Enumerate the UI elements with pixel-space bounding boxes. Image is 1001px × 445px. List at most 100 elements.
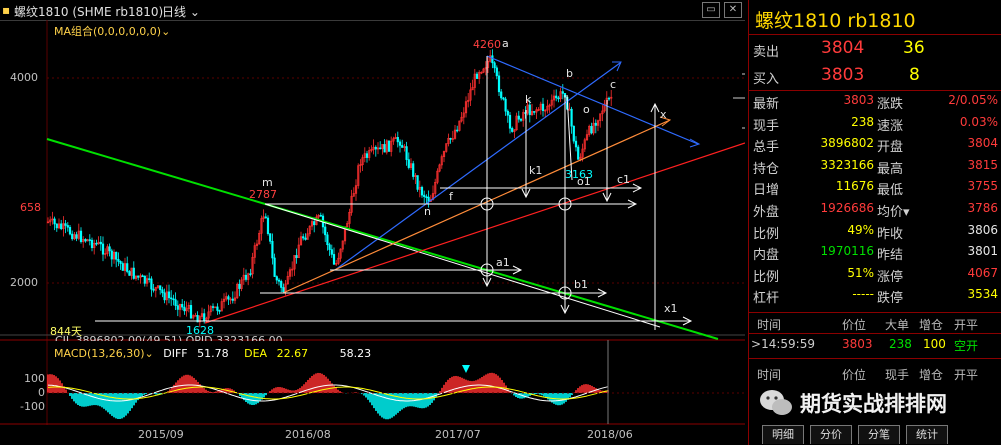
- tick-column-header: 时间: [757, 318, 782, 332]
- candle-body: [506, 110, 509, 116]
- wave-label-c: c: [610, 78, 617, 91]
- stat-value: 3323166: [820, 157, 874, 172]
- candle-body: [407, 159, 410, 168]
- stat-label: 日增: [753, 183, 780, 199]
- candle-body: [95, 242, 98, 245]
- stat-label: 速涨: [877, 118, 904, 134]
- candle-body: [218, 310, 221, 312]
- tab-tick-by-tick[interactable]: 分笔: [858, 425, 900, 444]
- wave-label-m: m: [262, 176, 273, 189]
- tab-detail[interactable]: 明细: [762, 425, 804, 444]
- candle-body: [420, 186, 424, 196]
- candle-body: [491, 55, 494, 64]
- macd-tick-0: 0: [38, 386, 45, 399]
- wave-label-a: a: [502, 37, 509, 50]
- stat-label: 最高: [877, 161, 904, 177]
- candle-body: [53, 218, 56, 225]
- macd-header[interactable]: MACD(13,26,30)⌄ DIFF 51.78 DEA 22.67 58.…: [54, 347, 371, 360]
- candle-body: [405, 146, 408, 160]
- tick-column-header: 大单: [885, 318, 910, 332]
- candle-body: [115, 251, 118, 260]
- stat-label: 总手: [753, 140, 780, 156]
- candle-body: [88, 239, 91, 241]
- candle-body: [143, 275, 146, 284]
- candle-body: [101, 243, 105, 255]
- candle-body: [574, 140, 578, 148]
- stat-label: 杠杆: [753, 291, 780, 307]
- left-price-tag: 658: [20, 201, 41, 214]
- stat-label: 开盘: [877, 140, 904, 156]
- candle-body: [332, 254, 336, 265]
- candle-body: [387, 140, 391, 152]
- candle-body: [456, 129, 459, 132]
- candle-body: [90, 239, 94, 249]
- stat-label: 跌停: [877, 291, 904, 307]
- candle-body: [266, 217, 270, 234]
- candle-body: [60, 223, 63, 230]
- watermark-text: 期货实战排排网: [800, 392, 947, 416]
- buy-price[interactable]: 3803: [821, 65, 864, 85]
- macd-tick-100: 100: [24, 372, 45, 385]
- candle-body: [319, 214, 322, 217]
- stat-label: 昨结: [877, 248, 904, 264]
- candle-body: [238, 283, 241, 289]
- candle-body: [128, 271, 131, 276]
- candle-body: [108, 246, 111, 252]
- candle-body: [302, 236, 305, 239]
- kline-chart[interactable]: [0, 20, 745, 445]
- buy-qty: 8: [909, 65, 920, 85]
- candle-body: [398, 141, 402, 146]
- stat-value: 3804: [967, 136, 998, 151]
- candle-body: [497, 75, 501, 93]
- candle-body: [271, 241, 274, 259]
- x-label-2018-06: 2018/06: [587, 428, 633, 441]
- close-button[interactable]: ✕: [724, 2, 742, 18]
- ma-indicator-label[interactable]: MA组合(0,0,0,0,0,0)⌄: [54, 23, 170, 39]
- red-trendline: [204, 142, 745, 324]
- candle-body: [379, 147, 382, 150]
- wave-label-k: k: [525, 93, 532, 106]
- candle-body: [577, 146, 580, 160]
- stat-value: 238: [851, 114, 874, 129]
- candle-body: [141, 275, 144, 277]
- candle-body: [541, 103, 545, 112]
- sell-price[interactable]: 3804: [821, 38, 864, 58]
- symbol-title[interactable]: 螺纹1810 (SHME rb1810): [14, 3, 163, 20]
- candle-body: [75, 234, 78, 239]
- candle-body: [189, 305, 193, 319]
- stat-value: 4067: [967, 265, 998, 280]
- tick-volume: 238: [889, 337, 912, 351]
- candle-body: [533, 111, 536, 113]
- wave-label-k1: k1: [529, 164, 543, 177]
- intersection-markers: [480, 197, 572, 300]
- candle-body: [275, 276, 278, 281]
- stat-value: 3806: [967, 222, 998, 237]
- candle-body: [511, 127, 514, 132]
- bars-menu-icon[interactable]: ▪: [2, 3, 10, 17]
- candle-body: [110, 250, 113, 260]
- candle-body: [66, 225, 69, 228]
- candle-body: [572, 125, 575, 142]
- macd-tick-neg100: -100: [20, 400, 45, 413]
- candle-body: [557, 97, 560, 100]
- candle-body: [561, 91, 564, 94]
- candle-body: [425, 196, 428, 198]
- candle-body: [203, 313, 206, 321]
- period-selector[interactable]: 日线 ⌄: [162, 3, 200, 20]
- candle-body: [282, 287, 285, 292]
- candle-body: [383, 144, 386, 153]
- candle-body: [313, 221, 316, 226]
- stat-label: 现手: [753, 118, 780, 134]
- stat-value: 3801: [967, 244, 998, 259]
- tab-statistics[interactable]: 统计: [906, 425, 948, 444]
- candle-body: [607, 97, 611, 100]
- candle-body: [99, 241, 102, 245]
- restore-button[interactable]: ▭: [702, 2, 720, 18]
- tick-column-header: 价位: [842, 318, 867, 332]
- candle-body: [152, 288, 155, 291]
- candle-body: [330, 249, 333, 255]
- tab-price-distribution[interactable]: 分价: [810, 425, 852, 444]
- stat-value: 49%: [847, 222, 874, 237]
- wechat-icon: [760, 390, 792, 415]
- wave-label-b1: b1: [574, 278, 588, 291]
